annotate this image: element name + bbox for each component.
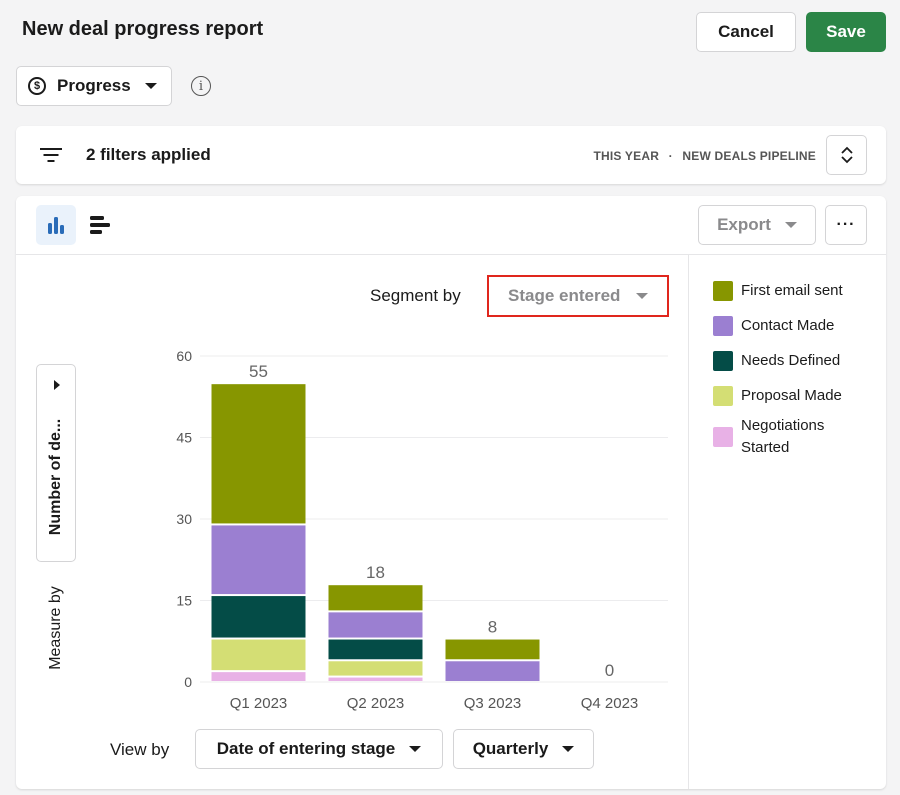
stacked-bar-chart: 0 15 30 45 60 55 Q1 2023 18 Q2 2023 8 Q3 2023 0 Q4 2… bbox=[176, 348, 668, 712]
x-tick-label: Q1 2023 bbox=[230, 695, 288, 712]
bar-segment bbox=[211, 672, 306, 681]
bar-segment bbox=[328, 639, 423, 660]
chevron-down-icon bbox=[144, 83, 157, 89]
y-tick-label: 0 bbox=[184, 674, 192, 690]
bar-total-label: 18 bbox=[366, 563, 385, 582]
bar-segment bbox=[211, 384, 306, 524]
legend-label: Needs Defined bbox=[741, 352, 841, 369]
chart-card: Export ··· Segment by Stage entered Numb… bbox=[16, 196, 886, 789]
filter-period: THIS YEAR bbox=[593, 149, 660, 163]
bar-total-label: 0 bbox=[605, 661, 614, 680]
view-by-label: View by bbox=[110, 740, 170, 759]
filter-separator: · bbox=[668, 149, 673, 163]
save-button[interactable]: Save bbox=[806, 12, 886, 52]
x-tick-label: Q2 2023 bbox=[347, 695, 405, 712]
more-options-button[interactable]: ··· bbox=[825, 205, 867, 245]
interval-dropdown[interactable]: Quarterly bbox=[453, 729, 594, 769]
legend-label: First email sent bbox=[741, 282, 843, 299]
bar-segment bbox=[328, 661, 423, 676]
bar-segment bbox=[211, 639, 306, 671]
filter-icon[interactable] bbox=[40, 146, 62, 164]
legend-swatch bbox=[713, 281, 733, 301]
bar-segment bbox=[445, 639, 540, 660]
view-by-dropdown[interactable]: Date of entering stage bbox=[195, 729, 443, 769]
x-tick-label: Q3 2023 bbox=[464, 695, 522, 712]
legend-item[interactable]: First email sent bbox=[713, 280, 843, 302]
chevron-down-icon bbox=[784, 222, 797, 228]
y-tick-label: 60 bbox=[176, 348, 192, 364]
legend-item[interactable]: Negotiations Started bbox=[713, 415, 841, 459]
legend-item[interactable]: Proposal Made bbox=[713, 385, 842, 407]
legend-label: Proposal Made bbox=[741, 387, 842, 404]
y-tick-label: 45 bbox=[176, 430, 192, 446]
expand-filters-button[interactable] bbox=[826, 135, 867, 175]
x-tick-label: Q4 2023 bbox=[581, 695, 639, 712]
chart-legend: First email sent Contact Made Needs Define… bbox=[688, 255, 886, 789]
legend-swatch bbox=[713, 386, 733, 406]
chevron-down-icon bbox=[409, 746, 422, 752]
legend-item[interactable]: Needs Defined bbox=[713, 350, 840, 372]
legend-swatch bbox=[713, 316, 733, 336]
filter-pipeline: NEW DEALS PIPELINE bbox=[682, 149, 816, 163]
bar-segment bbox=[328, 612, 423, 638]
bar-segment bbox=[211, 596, 306, 638]
legend-item[interactable]: Contact Made bbox=[713, 315, 834, 337]
cancel-button[interactable]: Cancel bbox=[696, 12, 796, 52]
bar-segment bbox=[211, 525, 306, 595]
info-icon[interactable]: i bbox=[191, 76, 211, 96]
filters-summary: THIS YEAR · NEW DEALS PIPELINE bbox=[593, 149, 816, 163]
chevron-up-down-icon bbox=[840, 146, 853, 164]
bar-segment bbox=[328, 585, 423, 611]
y-tick-label: 30 bbox=[176, 511, 192, 527]
bar-segment bbox=[328, 677, 423, 681]
legend-label: Negotiations Started bbox=[741, 417, 825, 456]
report-editor: New deal progress report Cancel Save $ P… bbox=[0, 0, 900, 795]
bar-total-label: 55 bbox=[249, 362, 268, 381]
chevron-down-icon bbox=[562, 746, 575, 752]
legend-label: Contact Made bbox=[741, 317, 835, 334]
bar-segment bbox=[445, 661, 540, 681]
page-title: New deal progress report bbox=[22, 18, 264, 40]
export-button[interactable]: Export bbox=[698, 205, 816, 245]
filters-bar: 2 filters applied THIS YEAR · NEW DEALS … bbox=[16, 126, 886, 184]
export-label: Export bbox=[717, 215, 771, 234]
legend-swatch bbox=[713, 351, 733, 371]
filters-applied-label[interactable]: 2 filters applied bbox=[86, 145, 211, 165]
dollar-circle-icon: $ bbox=[28, 77, 46, 95]
view-by-value: Date of entering stage bbox=[216, 739, 396, 758]
bar-total-label: 8 bbox=[488, 618, 497, 637]
interval-value: Quarterly bbox=[472, 739, 549, 758]
report-type-dropdown[interactable]: $ Progress bbox=[16, 66, 172, 106]
report-type-label: Progress bbox=[57, 76, 131, 95]
legend-swatch bbox=[713, 427, 733, 447]
y-tick-label: 15 bbox=[176, 593, 192, 609]
